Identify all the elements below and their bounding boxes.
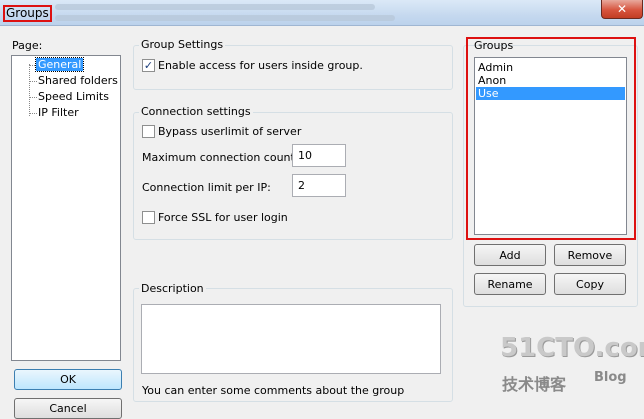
tree-connector	[29, 97, 37, 98]
tree-item-general[interactable]: General	[34, 57, 85, 72]
ok-button[interactable]: OK	[14, 369, 122, 390]
limit-per-ip-label: Connection limit per IP:	[142, 181, 271, 194]
tree-item-ip-filter[interactable]: IP Filter	[38, 106, 79, 119]
group-item-admin[interactable]: Admin	[476, 61, 625, 74]
watermark-logo: 51CTO.com	[500, 333, 644, 363]
title-bar: Groups ✕	[0, 0, 644, 26]
remove-group-button[interactable]: Remove	[554, 244, 626, 266]
blurred-background-text	[55, 4, 375, 10]
page-label: Page:	[12, 39, 43, 52]
max-connection-input[interactable]: 10	[292, 144, 346, 167]
connection-settings-title: Connection settings	[139, 105, 253, 118]
groups-listbox[interactable]: Admin Anon Use	[474, 57, 627, 235]
description-hint: You can enter some comments about the gr…	[142, 384, 405, 397]
tree-item-shared-folders[interactable]: Shared folders	[38, 74, 118, 87]
bypass-userlimit-checkbox-row[interactable]: Bypass userlimit of server	[142, 125, 301, 138]
group-item-anon[interactable]: Anon	[476, 74, 625, 87]
tree-connector	[29, 113, 37, 114]
tree-item-speed-limits[interactable]: Speed Limits	[38, 90, 109, 103]
rename-group-button[interactable]: Rename	[474, 273, 546, 295]
max-connection-label: Maximum connection count:	[142, 151, 299, 164]
add-group-button[interactable]: Add	[474, 244, 546, 266]
enable-access-checkbox-row[interactable]: ✓ Enable access for users inside group.	[142, 59, 363, 72]
close-icon: ✕	[616, 2, 628, 16]
blurred-background-text	[55, 15, 395, 21]
group-item-use[interactable]: Use	[476, 87, 625, 100]
copy-group-button[interactable]: Copy	[554, 273, 626, 295]
page-tree[interactable]: General Shared folders Speed Limits IP F…	[11, 55, 121, 361]
description-textarea[interactable]	[141, 304, 441, 374]
force-ssl-checkbox-row[interactable]: Force SSL for user login	[142, 211, 288, 224]
group-settings-title: Group Settings	[139, 38, 226, 51]
limit-per-ip-input[interactable]: 2	[292, 174, 346, 197]
check-icon: ✓	[143, 59, 154, 72]
description-title: Description	[139, 282, 206, 295]
tree-connector	[29, 64, 30, 116]
enable-access-label: Enable access for users inside group.	[158, 59, 363, 72]
window-title: Groups	[3, 5, 52, 22]
tree-connector	[29, 81, 37, 82]
close-button[interactable]: ✕	[601, 0, 643, 19]
groups-title: Groups	[474, 39, 514, 52]
enable-access-checkbox[interactable]: ✓	[142, 59, 155, 72]
force-ssl-checkbox[interactable]	[142, 211, 155, 224]
watermark-cn: 技术博客	[502, 375, 567, 394]
force-ssl-label: Force SSL for user login	[158, 211, 288, 224]
watermark-blog: Blog	[594, 370, 627, 385]
bypass-userlimit-label: Bypass userlimit of server	[158, 125, 302, 138]
bypass-userlimit-checkbox[interactable]	[142, 125, 155, 138]
